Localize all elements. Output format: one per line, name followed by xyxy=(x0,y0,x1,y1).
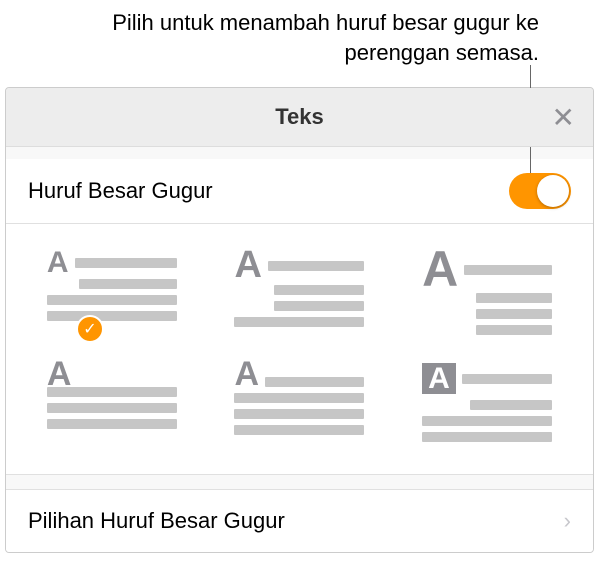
toggle-knob xyxy=(537,175,569,207)
callout-text: Pilih untuk menambah huruf besar gugur k… xyxy=(0,0,599,87)
dropcap-icon-5: A xyxy=(234,363,364,442)
dropcap-style-grid: A ✓ A A xyxy=(6,224,593,475)
dropcap-toggle[interactable] xyxy=(509,173,571,209)
dropcap-toggle-label: Huruf Besar Gugur xyxy=(28,178,213,204)
dropcap-toggle-row: Huruf Besar Gugur xyxy=(6,159,593,224)
text-panel: Teks ✕ Huruf Besar Gugur A ✓ A xyxy=(5,87,594,553)
checkmark-icon: ✓ xyxy=(76,315,104,343)
dropcap-style-4[interactable]: A xyxy=(38,363,186,442)
dropcap-icon-3: A xyxy=(422,252,552,335)
dropcap-style-1[interactable]: A ✓ xyxy=(38,252,186,335)
dropcap-icon-4: A xyxy=(47,363,177,442)
dropcap-icon-6: A xyxy=(422,363,552,442)
close-button[interactable]: ✕ xyxy=(552,101,575,134)
dropcap-options-label: Pilihan Huruf Besar Gugur xyxy=(28,508,285,534)
dropcap-style-5[interactable]: A xyxy=(226,363,374,442)
dropcap-style-2[interactable]: A xyxy=(226,252,374,335)
dropcap-icon-2: A xyxy=(234,252,364,335)
dropcap-options-row[interactable]: Pilihan Huruf Besar Gugur › xyxy=(6,489,593,552)
chevron-right-icon: › xyxy=(564,508,571,534)
dropcap-style-6[interactable]: A xyxy=(413,363,561,442)
panel-title: Teks xyxy=(275,104,324,130)
dropcap-style-3[interactable]: A xyxy=(413,252,561,335)
panel-header: Teks ✕ xyxy=(6,88,593,147)
dropcap-icon-1: A xyxy=(47,252,177,335)
